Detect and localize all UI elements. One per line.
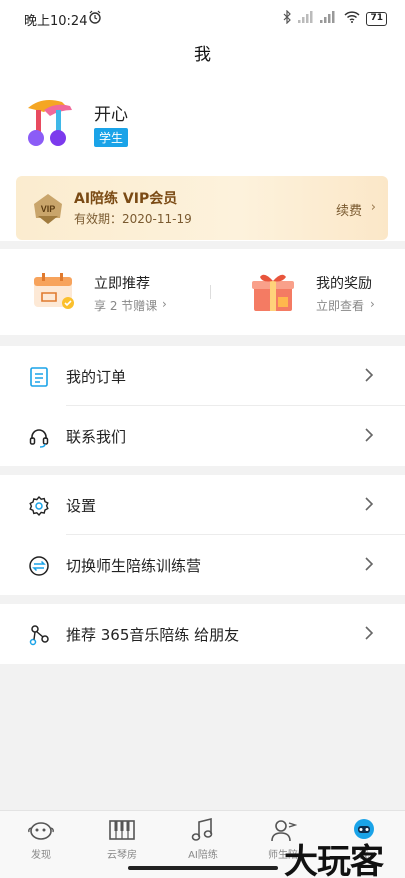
- wifi-icon: [344, 11, 360, 27]
- switch-icon: [28, 555, 50, 577]
- rewards-promo[interactable]: 我的奖励 立即查看 ›: [210, 249, 405, 335]
- title-bar: 我: [0, 36, 405, 74]
- menu-item-switch-camp[interactable]: 切换师生陪练训练营: [0, 535, 405, 595]
- user-name: 开心: [94, 105, 128, 125]
- tab-label: AI陪练: [188, 850, 218, 861]
- gift-box-icon: [250, 271, 296, 317]
- vip-title: AI陪练 VIP会员: [74, 191, 178, 207]
- bluetooth-icon: [282, 9, 292, 28]
- discover-icon: [27, 817, 55, 843]
- menu-group-account: 我的订单 联系我们: [0, 346, 405, 466]
- battery-indicator: 71: [366, 12, 387, 26]
- chevron-right-icon: ›: [162, 297, 167, 311]
- promo-title: 立即推荐: [94, 276, 150, 292]
- chevron-right-icon: [363, 495, 375, 513]
- gear-icon: [28, 495, 50, 517]
- menu-item-share[interactable]: 推荐 365音乐陪练 给朋友: [0, 604, 405, 664]
- music-note-icon: [189, 817, 217, 843]
- alarm-icon: [88, 10, 102, 28]
- chevron-right-icon: [363, 426, 375, 444]
- vip-card[interactable]: VIP AI陪练 VIP会员 有效期：2020-11-19 续费 ›: [16, 176, 388, 240]
- profile-section: 开心 学生 VIP AI陪练 VIP会员 有效期：2020-11-19 续费 ›: [0, 74, 405, 241]
- status-icons: 71: [282, 9, 387, 28]
- refer-promo[interactable]: 立即推荐 享 2 节赠课 ›: [0, 249, 205, 335]
- chevron-right-icon: [363, 624, 375, 642]
- status-bar: 晚上10:24 71: [0, 0, 405, 36]
- tab-ai-practice[interactable]: AI陪练: [168, 817, 238, 861]
- headset-icon: [28, 426, 50, 448]
- status-time: 晚上10:24: [24, 14, 88, 29]
- chevron-right-icon: ›: [370, 200, 376, 215]
- menu-label: 我的订单: [66, 368, 127, 386]
- menu-label: 推荐 365音乐陪练 给朋友: [66, 626, 240, 644]
- promo-subtitle: 立即查看: [316, 299, 365, 313]
- menu-item-contact[interactable]: 联系我们: [0, 406, 405, 466]
- tab-label: 发现: [31, 850, 51, 861]
- svg-text:VIP: VIP: [41, 204, 56, 214]
- document-icon: [28, 366, 50, 388]
- piano-icon: [108, 817, 136, 843]
- menu-group-settings: 设置 切换师生陪练训练营: [0, 475, 405, 595]
- promo-subtitle: 享 2 节赠课: [94, 299, 158, 313]
- menu-label: 切换师生陪练训练营: [66, 557, 202, 575]
- share-icon: [28, 624, 50, 646]
- role-badge: 学生: [94, 128, 129, 147]
- menu-item-orders[interactable]: 我的订单: [0, 346, 405, 406]
- home-indicator[interactable]: [128, 866, 278, 870]
- watermark-logo: 大玩客: [284, 842, 384, 878]
- tab-piano-room[interactable]: 云琴房: [87, 817, 157, 861]
- tab-discover[interactable]: 发现: [6, 817, 76, 861]
- renew-link[interactable]: 续费: [336, 200, 362, 219]
- menu-item-settings[interactable]: 设置: [0, 475, 405, 535]
- avatar[interactable]: [22, 96, 76, 150]
- menu-group-share: 推荐 365音乐陪练 给朋友: [0, 604, 405, 664]
- promo-title: 我的奖励: [316, 276, 372, 292]
- chevron-right-icon: ›: [370, 297, 375, 311]
- signal-hd-icon: [320, 11, 338, 27]
- page-title: 我: [194, 45, 211, 65]
- chevron-right-icon: [363, 366, 375, 384]
- tab-label: 云琴房: [107, 850, 137, 861]
- chevron-right-icon: [363, 555, 375, 573]
- menu-label: 设置: [66, 497, 97, 515]
- vip-expiry: 有效期：2020-11-19: [74, 212, 192, 226]
- promo-section: 立即推荐 享 2 节赠课 › 我的奖励 立即查看 ›: [0, 249, 405, 335]
- signal-icon: [298, 11, 314, 27]
- calendar-gift-icon: [30, 271, 78, 315]
- vip-badge-icon: VIP: [30, 190, 66, 230]
- menu-label: 联系我们: [66, 428, 127, 446]
